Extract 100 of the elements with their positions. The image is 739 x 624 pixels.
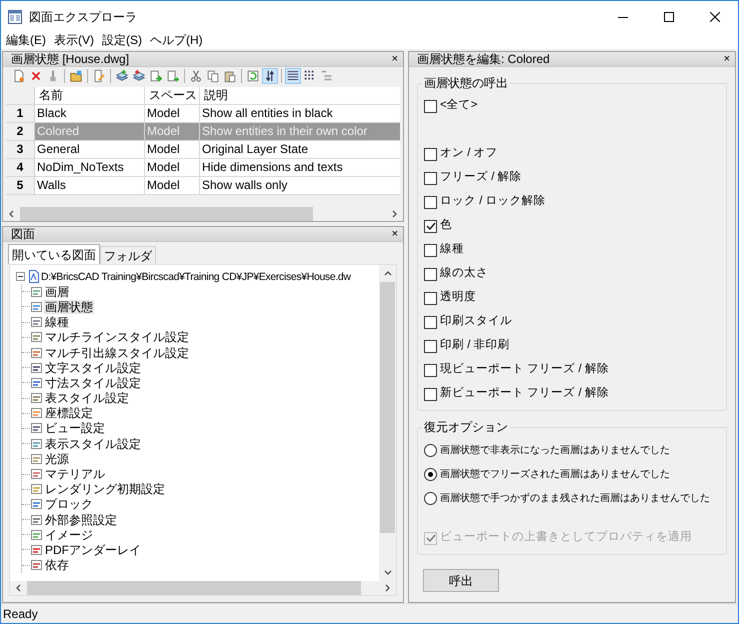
table-cell: Show entities in their own color (200, 123, 400, 140)
checkbox-label: 透明度 (440, 290, 476, 306)
row-number[interactable]: 1 (6, 105, 35, 122)
toolbar-button[interactable] (68, 68, 84, 84)
radio-button[interactable] (424, 444, 437, 456)
row-number[interactable]: 3 (6, 141, 35, 158)
folder-icon (69, 68, 83, 84)
scrollbar-thumb[interactable] (20, 207, 313, 221)
tree-item[interactable]: 表スタイル設定 (44, 391, 130, 406)
tree-item[interactable]: ビュー設定 (44, 421, 106, 436)
checkbox[interactable] (424, 196, 437, 208)
checkbox[interactable] (424, 388, 437, 400)
tree-item[interactable]: 座標設定 (44, 406, 94, 420)
checkbox[interactable] (424, 100, 437, 112)
sheet-icon (30, 392, 43, 404)
copy-icon (206, 68, 220, 84)
radio-button[interactable] (424, 468, 437, 480)
checkbox-label: ロック / ロック解除 (440, 194, 546, 210)
tab[interactable]: 開いている図面 (8, 244, 100, 264)
menu-item[interactable]: 表示(V) (51, 32, 99, 49)
tree-item[interactable]: 依存 (44, 558, 70, 572)
tree-item[interactable]: 線種 (44, 315, 70, 330)
column-header[interactable]: スペース (145, 87, 200, 104)
tree-item[interactable]: イメージ (44, 528, 94, 542)
sheet-icon (30, 407, 43, 420)
table-cell-text: Show all entities in black (201, 105, 334, 122)
panel-title: 図面 (11, 226, 36, 242)
drawing-file-icon (28, 270, 39, 284)
menu-item[interactable]: ヘルプ(H) (147, 32, 208, 49)
checkbox-label: 線種 (440, 242, 464, 258)
menu-item[interactable]: 編集(E) (3, 32, 51, 49)
tree-item[interactable]: レンダリング初期設定 (44, 482, 166, 496)
toolbar-button[interactable] (165, 68, 181, 84)
sheet-icon (30, 331, 43, 344)
close-button[interactable]: × (386, 52, 403, 66)
maximize-icon (664, 12, 674, 22)
column-header[interactable]: 説明 (200, 87, 400, 104)
scrollbar-thumb[interactable] (380, 282, 395, 533)
tree-item[interactable]: ブロック (44, 497, 94, 512)
close-button[interactable]: × (718, 52, 735, 66)
column-header[interactable]: 名前 (35, 87, 145, 104)
checkbox-label: 印刷 / 非印刷 (440, 338, 510, 354)
sheet-icon (30, 300, 43, 313)
tree-item[interactable]: 表示スタイル設定 (44, 436, 142, 451)
collapse-toggle[interactable] (16, 272, 25, 282)
tree-item[interactable]: マルチラインスタイル設定 (44, 330, 190, 344)
table-cell: Walls (35, 177, 145, 194)
sheet-icon (30, 376, 43, 389)
tree-item[interactable]: 画層 (44, 284, 70, 299)
toolbar-button[interactable] (205, 68, 221, 84)
table-cell: Model (145, 105, 200, 122)
checkbox[interactable] (424, 340, 437, 352)
table-cell-text: Original Layer State (201, 141, 310, 158)
checkbox[interactable] (424, 364, 437, 376)
tree-item[interactable]: 光源 (44, 452, 70, 466)
table-cell-text: Show walls only (201, 177, 288, 194)
checkbox[interactable] (424, 148, 437, 160)
toolbar-button[interactable] (148, 68, 164, 84)
import-icon (149, 68, 163, 84)
sheet-icon (30, 559, 43, 572)
checkbox[interactable] (424, 220, 437, 232)
checkbox-label: オン / オフ (440, 146, 498, 162)
checkbox[interactable] (424, 244, 437, 256)
tree-item[interactable]: 画層状態 (44, 300, 94, 314)
tree-item[interactable]: 外部参照設定 (44, 512, 118, 527)
row-number[interactable]: 2 (6, 123, 35, 140)
sheet-icon (30, 528, 43, 541)
checkbox-label: ビューポートの上書きとしてプロパティを適用 (440, 529, 692, 546)
recall-button[interactable]: 呼出 (423, 569, 499, 592)
checkbox[interactable] (424, 316, 437, 328)
table-cell: General (35, 141, 145, 158)
sheet-icon (30, 346, 43, 359)
tree-item[interactable]: マテリアル (44, 467, 106, 482)
close-icon (710, 12, 720, 22)
radio-button[interactable] (424, 492, 437, 504)
scrollbar-thumb[interactable] (27, 581, 362, 595)
tree-item[interactable]: 文字スタイル設定 (44, 360, 142, 375)
sheet-icon (30, 438, 43, 450)
row-number[interactable]: 4 (6, 159, 35, 176)
panel-title: 画層状態 [House.dwg] (11, 52, 130, 66)
checkbox[interactable] (424, 268, 437, 280)
tree-item[interactable]: PDFアンダーレイ (44, 542, 142, 557)
table-cell: NoDim_NoTexts (35, 159, 145, 176)
tree-item[interactable]: 寸法スタイル設定 (44, 376, 142, 390)
toolbar-button[interactable] (285, 68, 301, 84)
checkbox-label: 印刷スタイル (440, 314, 512, 330)
tree-item[interactable]: マルチ引出線スタイル設定 (44, 346, 190, 360)
menu-item[interactable]: 設定(S) (99, 32, 147, 49)
tab[interactable]: フォルダ (100, 246, 156, 264)
checkbox[interactable] (424, 292, 437, 304)
row-number[interactable]: 5 (6, 177, 35, 194)
tree-item[interactable]: D:¥BricsCAD Training¥Bircscad¥Training CD¥JP¥Exercises¥House.dw (40, 270, 352, 284)
toolbar-button[interactable] (245, 68, 261, 84)
sheet-icon (30, 498, 43, 510)
group-title: 画層状態の呼出 (422, 76, 510, 90)
toolbar-button[interactable] (262, 68, 278, 84)
close-button[interactable]: × (386, 228, 403, 240)
checkbox[interactable] (424, 172, 437, 184)
sheet-icon (30, 544, 43, 556)
toolbar-button[interactable] (188, 68, 204, 84)
